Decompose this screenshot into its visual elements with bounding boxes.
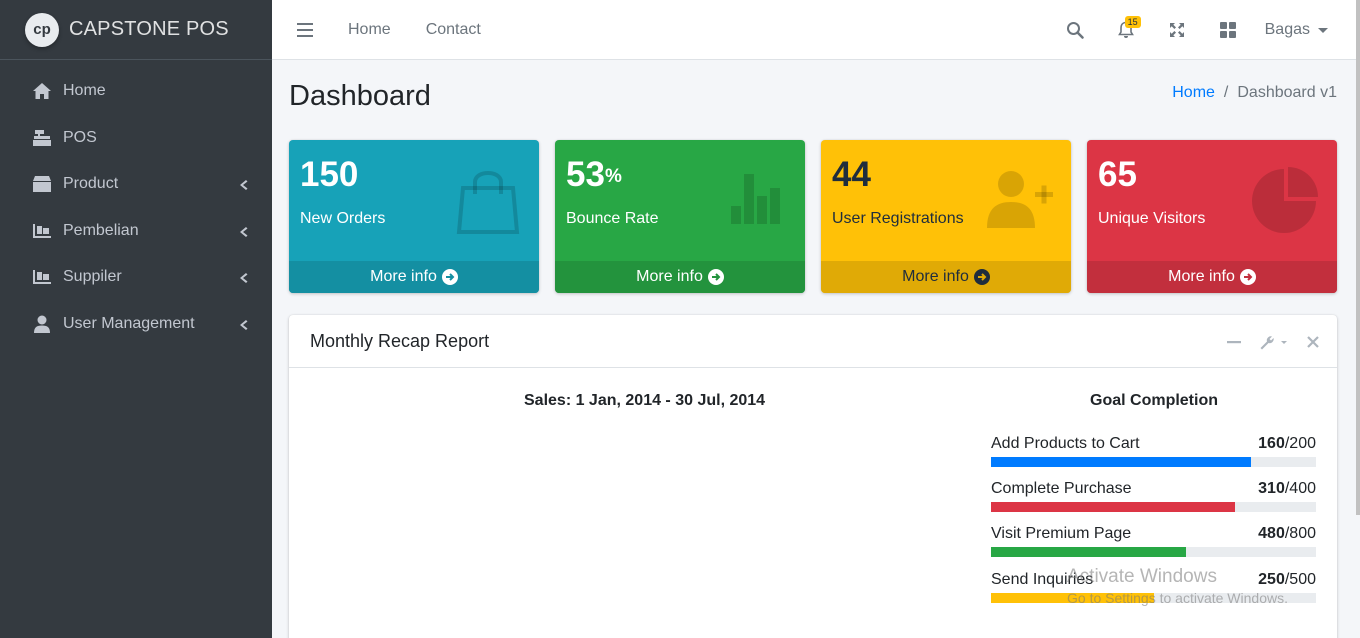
progress-group: Add Products to Cart 160/200 [991,435,1316,467]
more-info-link[interactable]: More info [555,261,805,293]
breadcrumb-home-link[interactable]: Home [1172,84,1215,102]
close-icon[interactable] [1307,335,1319,348]
progress-fill [991,502,1235,512]
sidebar-item-pembelian[interactable]: Pembelian [0,208,272,255]
breadcrumb-separator: / [1223,84,1229,101]
pallet-icon [31,221,53,241]
cash-register-icon [31,128,53,148]
sidebar-item-product[interactable]: Product [0,161,272,208]
sidebar-nav: Home POS Product Pembelian Suppiler User… [0,60,272,347]
pie-chart-icon [1252,167,1318,233]
notifications-bell-icon[interactable]: 15 [1116,16,1141,40]
sidebar-item-home[interactable]: Home [0,68,272,115]
arrow-circle-right-icon [441,269,458,285]
progress-value: 310/400 [1258,480,1316,497]
sales-title: Sales: 1 Jan, 2014 - 30 Jul, 2014 [524,392,766,409]
nav-link-contact[interactable]: Contact [426,21,481,39]
nav-link-home[interactable]: Home [348,21,391,39]
caret-down-icon [1318,27,1328,33]
progress-label: Visit Premium Page [991,525,1132,542]
grid-apps-icon[interactable] [1218,20,1238,40]
sidebar-item-suppiler[interactable]: Suppiler [0,254,272,301]
small-box-user-registrations: 44 User Registrations More info [821,140,1071,293]
more-info-link[interactable]: More info [289,261,539,293]
home-icon [31,81,53,101]
brand-logo: cp [25,12,59,47]
notification-count-badge: 15 [1124,16,1141,28]
small-box-new-orders: 150 New Orders More info [289,140,539,293]
user-name: Bagas [1264,21,1310,38]
progress-label: Complete Purchase [991,480,1132,497]
more-info-link[interactable]: More info [821,261,1071,293]
page-title: Dashboard [289,80,431,112]
sidebar-item-label: Pembelian [63,221,139,239]
menu-toggle-icon[interactable] [297,22,313,37]
watermark-line-2: Go to Settings to activate Windows. [1067,590,1288,606]
sidebar-item-user-management[interactable]: User Management [0,301,272,348]
progress-bar [991,457,1316,467]
box-icon [31,174,53,194]
sidebar-item-label: User Management [63,314,195,332]
user-plus-icon [987,171,1053,228]
arrow-circle-right-icon [1239,269,1256,285]
search-icon[interactable] [1065,20,1085,40]
progress-fill [991,547,1186,557]
sidebar-item-pos[interactable]: POS [0,115,272,162]
arrow-circle-right-icon [973,269,990,285]
progress-bar [991,547,1316,557]
progress-value: 480/800 [1258,525,1316,542]
arrow-circle-right-icon [707,269,724,285]
collapse-minus-icon[interactable] [1227,335,1241,349]
user-icon [31,314,53,334]
sidebar-item-label: POS [63,128,97,146]
watermark-line-1: Activate Windows [1067,566,1217,587]
progress-fill [991,457,1251,467]
small-box-bounce-rate: 53% Bounce Rate More info [555,140,805,293]
navbar-right: 15 Bagas [1034,0,1328,60]
sidebar-item-label: Home [63,82,106,100]
sidebar-item-label: Suppiler [63,268,122,286]
bar-chart-icon [731,174,780,224]
shopping-bag-icon [456,171,520,234]
sidebar-item-label: Product [63,175,119,193]
user-menu-dropdown[interactable]: Bagas [1265,21,1328,39]
main-sidebar: cp CAPSTONE POS Home POS Product Pembeli… [0,0,272,638]
wrench-dropdown-icon[interactable] [1259,334,1289,350]
goal-completion-title: Goal Completion [1090,392,1218,409]
progress-group: Complete Purchase 310/400 [991,480,1316,512]
chevron-left-icon [238,178,248,191]
more-info-link[interactable]: More info [1087,261,1337,293]
card-title: Monthly Recap Report [310,330,490,351]
progress-value: 160/200 [1258,435,1316,452]
pallet-icon [31,267,53,287]
brand-link[interactable]: cp CAPSTONE POS [0,0,272,60]
top-navbar: Home Contact 15 Bagas [272,0,1360,60]
breadcrumb-current: Dashboard v1 [1237,84,1337,101]
brand-name: CAPSTONE POS [69,18,229,40]
fullscreen-icon[interactable] [1167,20,1187,40]
progress-label: Add Products to Cart [991,435,1140,452]
card-header: Monthly Recap Report [289,315,1337,368]
chevron-left-icon [238,225,248,237]
progress-group: Visit Premium Page 480/800 [991,525,1316,557]
chevron-left-icon [238,271,248,284]
chevron-left-icon [238,318,248,330]
progress-bar [991,502,1316,512]
page-scrollbar[interactable] [1356,0,1360,515]
windows-activation-watermark: Activate Windows Go to Settings to activ… [1067,566,1288,606]
card-tools [1209,315,1319,368]
small-box-unique-visitors: 65 Unique Visitors More info [1087,140,1337,293]
breadcrumb: Home / Dashboard v1 [1172,84,1337,102]
